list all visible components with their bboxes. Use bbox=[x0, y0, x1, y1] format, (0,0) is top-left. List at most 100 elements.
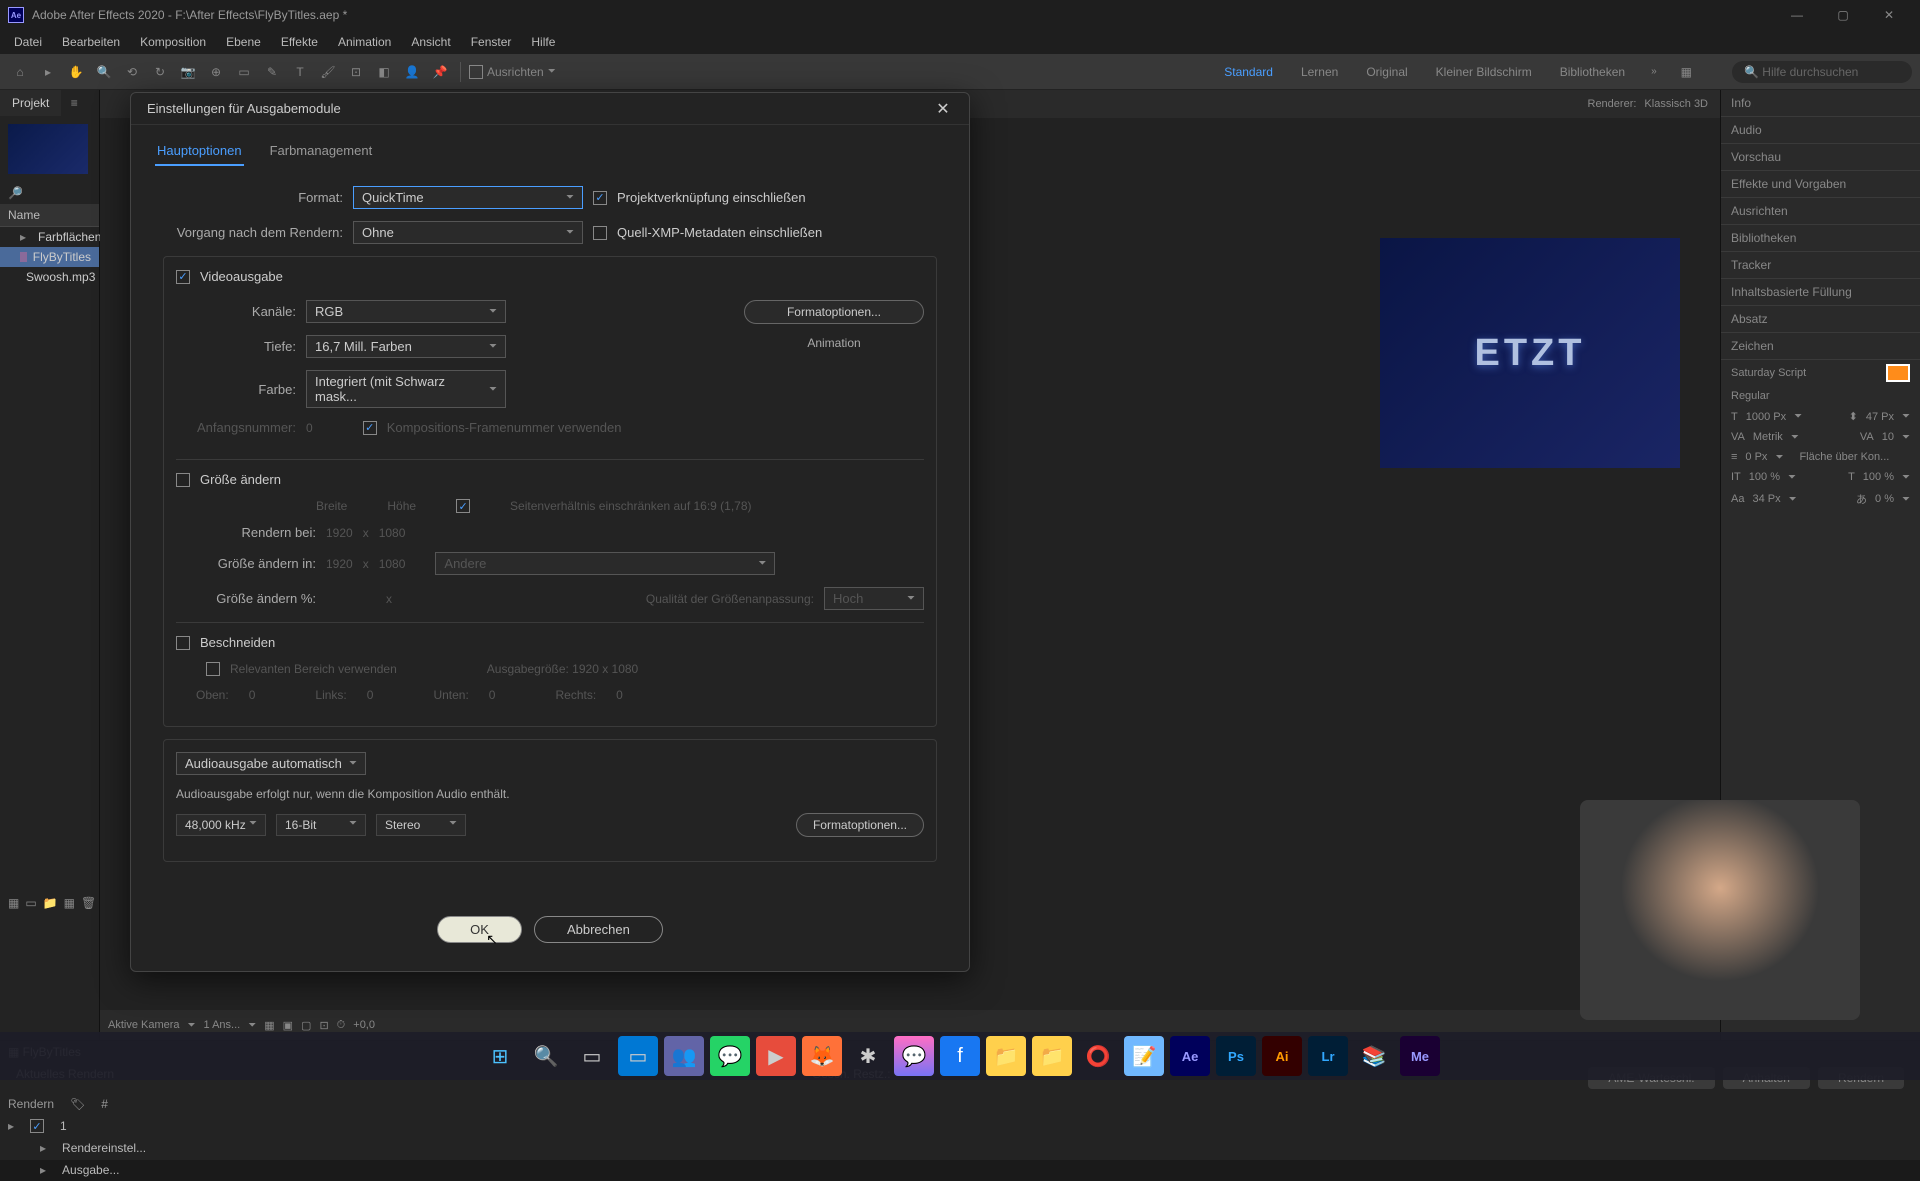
align-panel[interactable]: Ausrichten bbox=[1721, 198, 1920, 225]
pan-behind-tool-icon[interactable]: ⊕ bbox=[204, 60, 228, 84]
font-size[interactable]: 1000 Px bbox=[1746, 411, 1786, 423]
text-tool-icon[interactable]: T bbox=[288, 60, 312, 84]
interpret-footage-icon[interactable]: ▦ bbox=[8, 896, 19, 910]
taskbar-whatsapp[interactable]: 💬 bbox=[710, 1036, 750, 1076]
menu-komposition[interactable]: Komposition bbox=[130, 31, 216, 53]
workspace-original[interactable]: Original bbox=[1364, 61, 1409, 83]
kerning[interactable]: Metrik bbox=[1753, 431, 1783, 443]
taskbar-explorer[interactable]: 📁 bbox=[986, 1036, 1026, 1076]
bpc-icon[interactable]: ▭ bbox=[25, 896, 36, 910]
xmp-checkbox[interactable] bbox=[593, 226, 607, 240]
menu-datei[interactable]: Datei bbox=[4, 31, 52, 53]
delete-icon[interactable]: 🗑 bbox=[81, 896, 96, 910]
maximize-button[interactable]: ▢ bbox=[1820, 0, 1866, 30]
taskbar-notepad[interactable]: 📝 bbox=[1124, 1036, 1164, 1076]
format-select[interactable]: QuickTime⏷ bbox=[353, 186, 583, 209]
close-button[interactable]: ✕ bbox=[1866, 0, 1912, 30]
workspace-standard[interactable]: Standard bbox=[1222, 61, 1275, 83]
character-panel[interactable]: Zeichen bbox=[1721, 333, 1920, 360]
workspace-grid-icon[interactable]: ▦ bbox=[1681, 65, 1692, 79]
brush-tool-icon[interactable]: 🖌 bbox=[316, 60, 340, 84]
workspace-more-icon[interactable]: » bbox=[1651, 66, 1657, 77]
workspace-kleiner[interactable]: Kleiner Bildschirm bbox=[1434, 61, 1534, 83]
taskbar-facebook[interactable]: f bbox=[940, 1036, 980, 1076]
taskbar-lr[interactable]: Lr bbox=[1308, 1036, 1348, 1076]
color-select[interactable]: Integriert (mit Schwarz mask...⏷ bbox=[306, 370, 506, 408]
taskbar-messenger[interactable]: 💬 bbox=[894, 1036, 934, 1076]
resize-checkbox[interactable] bbox=[176, 473, 190, 487]
leading[interactable]: 47 Px bbox=[1866, 411, 1894, 423]
preview-panel[interactable]: Vorschau bbox=[1721, 144, 1920, 171]
puppet-tool-icon[interactable]: 📌 bbox=[428, 60, 452, 84]
output-module-link[interactable]: Ausgabe... bbox=[62, 1163, 119, 1177]
audio-channels-select[interactable]: Stereo⏷ bbox=[376, 814, 466, 836]
taskbar-app-1[interactable]: ▭ bbox=[618, 1036, 658, 1076]
rq-item-checkbox[interactable] bbox=[30, 1119, 44, 1133]
effects-panel[interactable]: Effekte und Vorgaben bbox=[1721, 171, 1920, 198]
vscale[interactable]: 100 % bbox=[1749, 471, 1780, 483]
timecode-icon[interactable]: ⏱ bbox=[337, 1019, 346, 1032]
project-item-swoosh[interactable]: Swoosh.mp3 bbox=[0, 267, 99, 287]
menu-ansicht[interactable]: Ansicht bbox=[401, 31, 460, 53]
camera-tool-icon[interactable]: 📷 bbox=[176, 60, 200, 84]
menu-effekte[interactable]: Effekte bbox=[271, 31, 328, 53]
transparency-icon[interactable]: ⊡ bbox=[319, 1019, 328, 1032]
project-name-header[interactable]: Name bbox=[0, 204, 99, 227]
taskbar-ae[interactable]: Ae bbox=[1170, 1036, 1210, 1076]
taskbar-teams[interactable]: 👥 bbox=[664, 1036, 704, 1076]
menu-bearbeiten[interactable]: Bearbeiten bbox=[52, 31, 130, 53]
audio-panel[interactable]: Audio bbox=[1721, 117, 1920, 144]
composition-preview[interactable]: ETZT bbox=[1380, 238, 1680, 468]
renderer-value[interactable]: Klassisch 3D bbox=[1644, 98, 1708, 110]
ok-button[interactable]: OK ↖ bbox=[437, 916, 522, 943]
region-icon[interactable]: ▢ bbox=[301, 1019, 311, 1032]
video-format-options-button[interactable]: Formatoptionen... bbox=[744, 300, 924, 324]
taskbar-app-red[interactable]: ▶ bbox=[756, 1036, 796, 1076]
shape-tool-icon[interactable]: ▭ bbox=[232, 60, 256, 84]
start-button[interactable]: ⊞ bbox=[480, 1036, 520, 1076]
clone-tool-icon[interactable]: ⊡ bbox=[344, 60, 368, 84]
workspace-lernen[interactable]: Lernen bbox=[1299, 61, 1340, 83]
baseline[interactable]: 34 Px bbox=[1752, 493, 1780, 505]
menu-fenster[interactable]: Fenster bbox=[461, 31, 522, 53]
tsume[interactable]: 0 % bbox=[1875, 493, 1894, 505]
info-panel[interactable]: Info bbox=[1721, 90, 1920, 117]
tab-hauptoptionen[interactable]: Hauptoptionen bbox=[155, 137, 244, 166]
cancel-button[interactable]: Abbrechen bbox=[534, 916, 663, 943]
panel-menu-icon[interactable]: ≡ bbox=[65, 96, 84, 110]
taskbar-books[interactable]: 📚 bbox=[1354, 1036, 1394, 1076]
audio-depth-select[interactable]: 16-Bit⏷ bbox=[276, 814, 366, 836]
audio-rate-select[interactable]: 48,000 kHz⏷ bbox=[176, 814, 266, 836]
font-name[interactable]: Saturday Script bbox=[1731, 367, 1806, 379]
taskbar-me[interactable]: Me bbox=[1400, 1036, 1440, 1076]
stroke-width[interactable]: 0 Px bbox=[1745, 451, 1767, 463]
pen-tool-icon[interactable]: ✎ bbox=[260, 60, 284, 84]
hscale[interactable]: 100 % bbox=[1863, 471, 1894, 483]
content-aware-panel[interactable]: Inhaltsbasierte Füllung bbox=[1721, 279, 1920, 306]
mask-icon[interactable]: ▣ bbox=[283, 1019, 293, 1032]
libraries-panel[interactable]: Bibliotheken bbox=[1721, 225, 1920, 252]
paragraph-panel[interactable]: Absatz bbox=[1721, 306, 1920, 333]
grid-icon[interactable]: ▦ bbox=[264, 1019, 274, 1032]
menu-hilfe[interactable]: Hilfe bbox=[521, 31, 565, 53]
camera-dropdown[interactable]: Aktive Kamera bbox=[108, 1019, 180, 1031]
fill-color-swatch[interactable] bbox=[1886, 364, 1910, 382]
taskbar-app-dark[interactable]: ✱ bbox=[848, 1036, 888, 1076]
taskbar-firefox[interactable]: 🦊 bbox=[802, 1036, 842, 1076]
menu-animation[interactable]: Animation bbox=[328, 31, 401, 53]
roto-tool-icon[interactable]: 👤 bbox=[400, 60, 424, 84]
search-button[interactable]: 🔍 bbox=[526, 1036, 566, 1076]
selection-tool-icon[interactable]: ▸ bbox=[36, 60, 60, 84]
new-folder-icon[interactable]: 📁 bbox=[43, 896, 58, 910]
exposure-value[interactable]: +0,0 bbox=[353, 1019, 375, 1031]
dialog-close-button[interactable]: ✕ bbox=[933, 99, 953, 119]
zoom-tool-icon[interactable]: 🔍 bbox=[92, 60, 116, 84]
minimize-button[interactable]: — bbox=[1774, 0, 1820, 30]
project-item-farbflachen[interactable]: ▸ Farbflächen bbox=[0, 227, 99, 247]
tracker-panel[interactable]: Tracker bbox=[1721, 252, 1920, 279]
post-render-select[interactable]: Ohne⏷ bbox=[353, 221, 583, 244]
taskbar-ps[interactable]: Ps bbox=[1216, 1036, 1256, 1076]
stroke-order[interactable]: Fläche über Kon... bbox=[1799, 451, 1889, 463]
new-comp-icon[interactable]: ▦ bbox=[64, 896, 75, 910]
project-tab[interactable]: Projekt bbox=[0, 90, 61, 116]
